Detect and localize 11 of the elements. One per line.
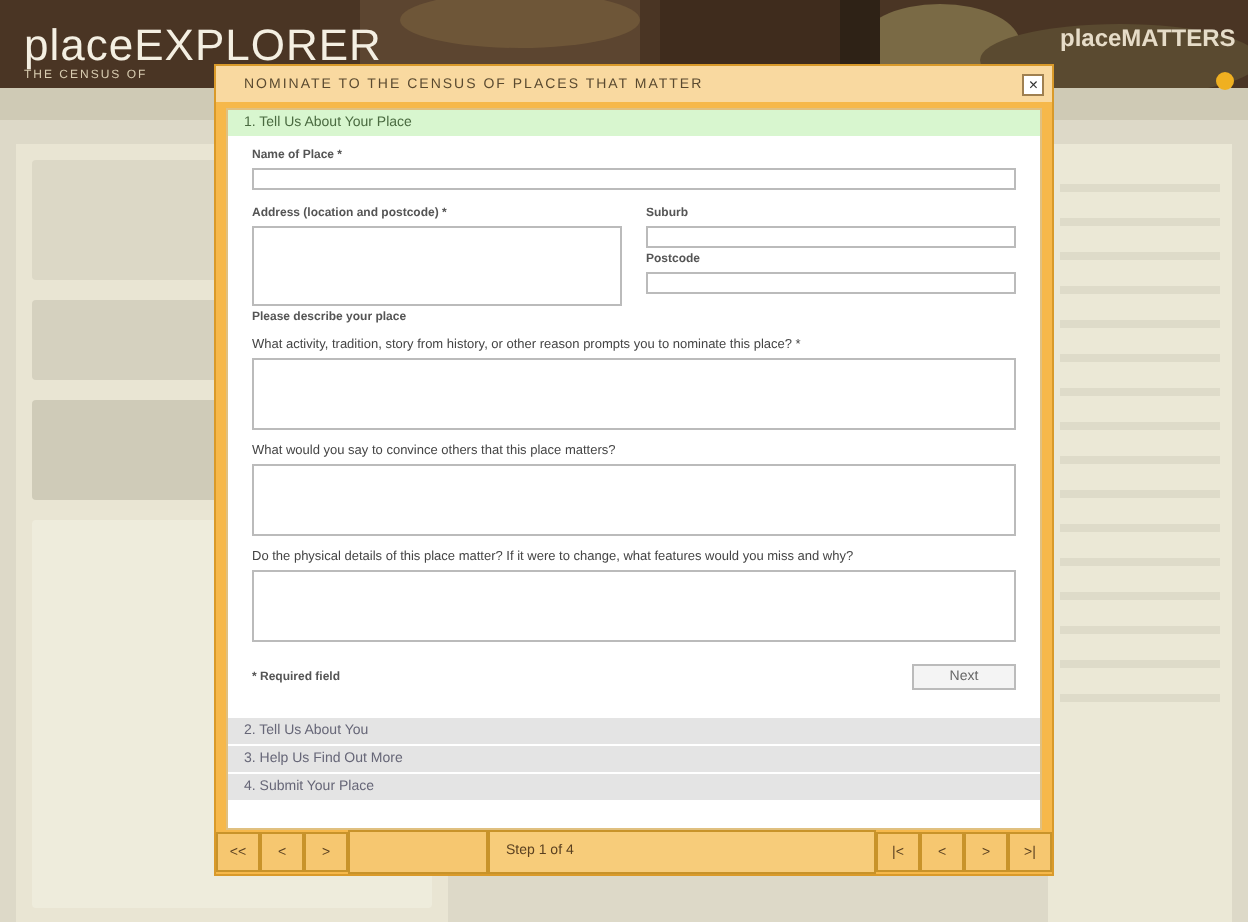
footer-cell <box>348 830 488 874</box>
input-field[interactable] <box>646 272 1016 294</box>
close-button[interactable]: × <box>1022 73 1044 95</box>
input-field[interactable] <box>252 168 1016 190</box>
input-field[interactable] <box>252 226 622 306</box>
input-field[interactable] <box>252 358 1016 430</box>
input-field[interactable] <box>252 570 1016 642</box>
input-field[interactable] <box>252 464 1016 536</box>
input-field[interactable] <box>646 226 1016 248</box>
partner-logo: placeMATTERS <box>1060 24 1236 52</box>
site-logo[interactable]: placeEXPLORER <box>24 24 382 68</box>
